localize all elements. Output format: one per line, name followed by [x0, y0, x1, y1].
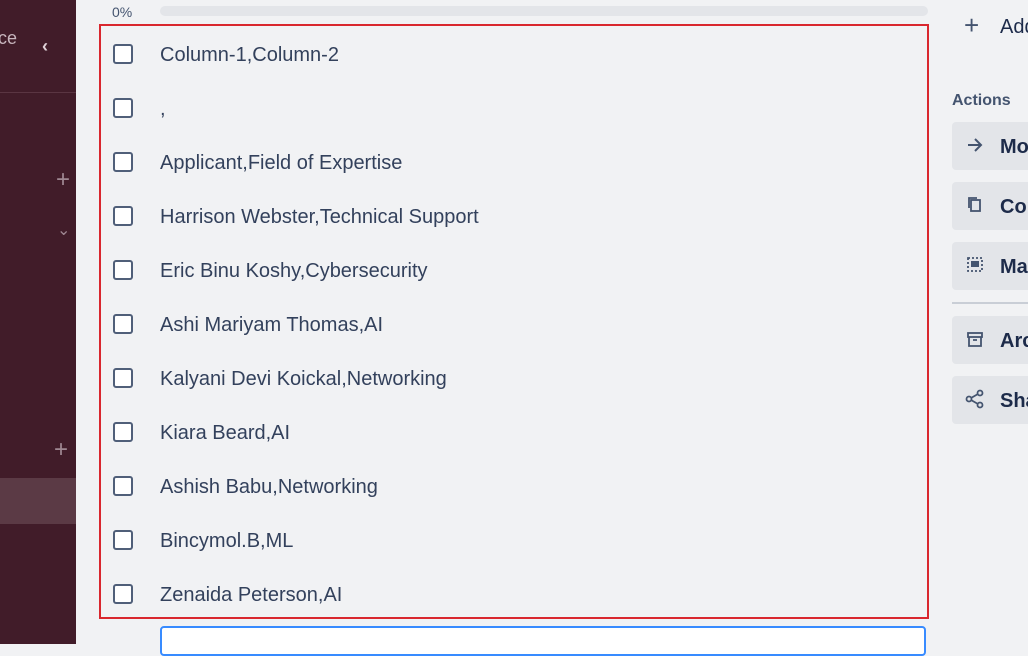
plus-icon: +	[964, 10, 980, 40]
checklist-item-checkbox[interactable]	[113, 584, 133, 604]
checklist-item: Eric Binu Koshy,Cybersecurity	[101, 244, 927, 298]
make-template-button-label: Make template	[1000, 256, 1028, 278]
checklist-item-text[interactable]: Kalyani Devi Koickal,Networking	[160, 368, 447, 391]
checklist-item-checkbox[interactable]	[113, 368, 133, 388]
checklist-item-text[interactable]: Applicant,Field of Expertise	[160, 152, 402, 175]
checklist-item-checkbox[interactable]	[113, 422, 133, 442]
checklist-item: Harrison Webster,Technical Support	[101, 190, 927, 244]
add-checklist-item-input[interactable]	[160, 626, 926, 656]
checklist-item: Column-1,Column-2	[101, 28, 927, 82]
add-to-card-label: Add	[1000, 16, 1028, 38]
share-icon	[965, 389, 984, 409]
checklist-item: Kalyani Devi Koickal,Networking	[101, 352, 927, 406]
checklist-item-text[interactable]: ,	[160, 98, 166, 121]
checklist-progress-label: 0%	[112, 4, 133, 20]
move-button[interactable]: Move	[952, 122, 1028, 170]
sidebar-divider	[0, 92, 76, 93]
arrow-right-icon	[968, 138, 983, 152]
sidebar-selected-item[interactable]	[0, 478, 76, 524]
share-button[interactable]: Share	[952, 376, 1028, 424]
add-board-icon[interactable]: +	[56, 168, 70, 192]
checklist-item-text[interactable]: Ashi Mariyam Thomas,AI	[160, 314, 383, 337]
checklist-item: Kiara Beard,AI	[101, 406, 927, 460]
checklist-item-text[interactable]: Ashish Babu,Networking	[160, 476, 378, 499]
checklist-item-checkbox[interactable]	[113, 260, 133, 280]
template-icon	[967, 257, 983, 272]
workspace-name-fragment: ce	[0, 28, 18, 48]
expand-chevron-icon[interactable]: ⌄	[57, 220, 70, 240]
make-template-button[interactable]: Make template	[952, 242, 1028, 290]
copy-icon	[968, 197, 981, 212]
share-button-label: Share	[1000, 390, 1028, 412]
collapse-sidebar-icon[interactable]: ‹	[42, 36, 48, 57]
copy-button-label: Copy	[1000, 196, 1028, 218]
checklist-item: ,	[101, 82, 927, 136]
move-button-label: Move	[1000, 136, 1028, 158]
checklist-item-checkbox[interactable]	[113, 98, 133, 118]
workspace-sidebar: ce ‹ + ⌄ +	[0, 0, 76, 644]
checklist-item-checkbox[interactable]	[113, 476, 133, 496]
checklist-progress-bar	[160, 6, 928, 16]
checklist-item-checkbox[interactable]	[113, 530, 133, 550]
checklist-item-text[interactable]: Harrison Webster,Technical Support	[160, 206, 479, 229]
checklist-item: Ashi Mariyam Thomas,AI	[101, 298, 927, 352]
checklist-item-checkbox[interactable]	[113, 152, 133, 172]
checklist-item-text[interactable]: Column-1,Column-2	[160, 44, 339, 67]
copy-button[interactable]: Copy	[952, 182, 1028, 230]
archive-icon	[967, 332, 983, 347]
checklist-item-text[interactable]: Zenaida Peterson,AI	[160, 584, 342, 607]
checklist-item-text[interactable]: Bincymol.B,ML	[160, 530, 293, 553]
actions-divider	[952, 302, 1028, 304]
checklist-item: Zenaida Peterson,AI	[101, 568, 927, 622]
checklist-item-text[interactable]: Kiara Beard,AI	[160, 422, 290, 445]
checklist-item-checkbox[interactable]	[113, 206, 133, 226]
add-to-card-button[interactable]: + Add	[952, 8, 1028, 48]
checklist-item-text[interactable]: Eric Binu Koshy,Cybersecurity	[160, 260, 428, 283]
checklist-item: Applicant,Field of Expertise	[101, 136, 927, 190]
card-side-panel: + Add Actions Move Copy Make template Ar…	[952, 0, 1028, 644]
checklist-items: Column-1,Column-2 , Applicant,Field of E…	[99, 24, 929, 619]
actions-heading: Actions	[952, 92, 1011, 109]
checklist-item-checkbox[interactable]	[113, 314, 133, 334]
add-item-icon[interactable]: +	[54, 438, 68, 462]
checklist-item-checkbox[interactable]	[113, 44, 133, 64]
checklist-item: Ashish Babu,Networking	[101, 460, 927, 514]
archive-button-label: Archive	[1000, 330, 1028, 352]
archive-button[interactable]: Archive	[952, 316, 1028, 364]
checklist-item: Bincymol.B,ML	[101, 514, 927, 568]
